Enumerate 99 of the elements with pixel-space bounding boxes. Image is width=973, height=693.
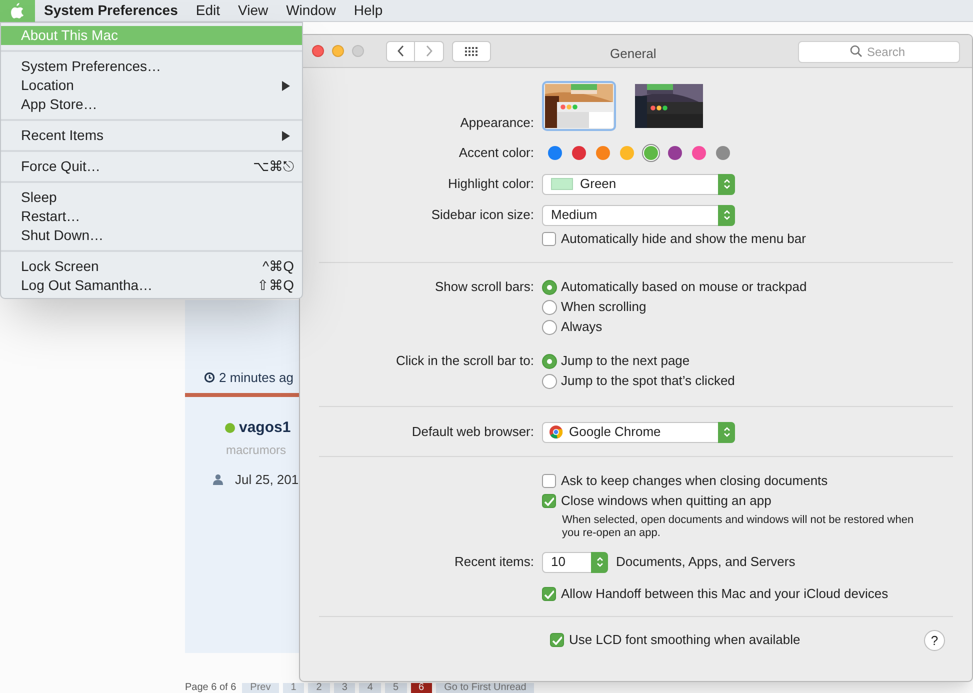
setting-label: Highlight color: xyxy=(448,175,534,194)
accent-color-swatch[interactable] xyxy=(644,146,658,160)
dark-theme-thumbnail xyxy=(635,84,703,128)
radio-label: Jump to the spot that’s clicked xyxy=(561,372,735,390)
menu-title[interactable]: Window xyxy=(277,0,345,21)
help-button[interactable]: ? xyxy=(924,630,945,651)
search-field[interactable]: Search xyxy=(798,41,960,63)
checkbox-label: Allow Handoff between this Mac and your iCloud devices xyxy=(561,585,888,604)
setting-label: Show scroll bars: xyxy=(435,278,534,296)
minimize-button[interactable] xyxy=(332,45,344,57)
back-icon xyxy=(396,45,404,57)
grid-icon xyxy=(465,46,478,56)
menu-item[interactable]: Sleep xyxy=(1,188,302,207)
username[interactable]: vagos1 xyxy=(239,417,291,440)
check-icon xyxy=(544,590,554,598)
checkbox[interactable] xyxy=(542,587,556,601)
page-link[interactable]: Prev xyxy=(242,683,279,693)
setting-label: Recent items: xyxy=(454,553,534,572)
radio-label: Always xyxy=(561,318,602,336)
menu-item[interactable]: Shut Down… xyxy=(1,226,302,245)
menu-title[interactable]: View xyxy=(229,0,278,21)
checkbox[interactable] xyxy=(550,633,564,647)
radio-button[interactable] xyxy=(542,354,557,368)
accent-color-swatch[interactable] xyxy=(668,146,682,160)
page-link[interactable]: 6 xyxy=(410,683,432,693)
setting-label: Accent color: xyxy=(458,144,534,162)
appearance-option[interactable] xyxy=(542,81,616,131)
menu-item[interactable]: Lock Screen ^⌘Q xyxy=(1,257,302,276)
keyboard-shortcut: ⇧⌘Q xyxy=(257,276,294,295)
recent-items-popup[interactable]: 10 xyxy=(542,552,608,572)
accent-color-swatch[interactable] xyxy=(716,146,730,160)
checkbox-label: Close windows when quitting an app xyxy=(561,492,772,510)
radio-button[interactable] xyxy=(542,280,557,294)
menu-item[interactable]: Force Quit… ⌥⌘⎋ xyxy=(1,157,302,176)
checkbox-label: Use LCD font smoothing when available xyxy=(569,631,800,650)
keyboard-shortcut: ⌥⌘⎋ xyxy=(253,157,294,176)
chevrons-icon xyxy=(722,178,730,190)
highlight-color-popup[interactable]: Green xyxy=(542,174,735,194)
chevrons-icon xyxy=(596,556,604,568)
accent-color-swatch[interactable] xyxy=(692,146,706,160)
check-icon xyxy=(552,636,562,644)
apple-menu-button[interactable] xyxy=(0,0,35,22)
radio-label: When scrolling xyxy=(561,298,646,316)
light-theme-thumbnail xyxy=(545,84,613,128)
accent-color-swatch[interactable] xyxy=(620,146,634,160)
chevrons-icon xyxy=(722,426,730,438)
radio-button[interactable] xyxy=(542,320,557,334)
sidebar-size-popup[interactable]: Medium xyxy=(542,204,735,226)
radio-label: Automatically based on mouse or trackpad xyxy=(561,278,807,296)
menu-title[interactable]: System Preferences xyxy=(35,0,187,21)
radio-button[interactable] xyxy=(542,300,557,314)
menu-title[interactable]: Edit xyxy=(186,0,229,21)
setting-label: Default web browser: xyxy=(412,423,534,442)
search-icon xyxy=(850,45,862,57)
setting-label: Click in the scroll bar to: xyxy=(396,352,534,370)
accent-color-swatch[interactable] xyxy=(548,146,562,160)
menu-item[interactable]: Recent Items xyxy=(1,126,302,145)
stepper-arrows[interactable] xyxy=(718,422,735,442)
accent-color-swatch[interactable] xyxy=(572,146,586,160)
menu-item[interactable]: Log Out Samantha… ⇧⌘Q xyxy=(1,276,302,295)
chevrons-icon xyxy=(722,209,730,221)
show-all-button[interactable] xyxy=(452,40,491,62)
forward-icon xyxy=(425,45,433,57)
menu-item[interactable]: System Preferences… xyxy=(1,57,302,76)
apple-logo-icon[interactable] xyxy=(11,2,24,18)
checkbox[interactable] xyxy=(542,232,556,246)
setting-label: Appearance: xyxy=(460,114,534,132)
stepper-arrows[interactable] xyxy=(591,552,608,572)
radio-label: Jump to the next page xyxy=(561,352,690,370)
check-icon xyxy=(544,496,554,506)
browser-popup[interactable]: Google Chrome xyxy=(542,422,735,442)
appearance-option[interactable] xyxy=(632,81,706,131)
close-button[interactable] xyxy=(312,45,324,57)
accent-color-swatch[interactable] xyxy=(596,146,610,160)
checkbox-label: Automatically hide and show the menu bar xyxy=(561,230,806,248)
menu-item[interactable]: Restart… xyxy=(1,207,302,226)
window-title: General xyxy=(610,45,656,63)
setting-suffix: Documents, Apps, and Servers xyxy=(616,553,796,572)
page-count: Page 6 of 6 xyxy=(185,683,236,693)
keyboard-shortcut: ^⌘Q xyxy=(262,257,294,276)
setting-label: Sidebar icon size: xyxy=(431,206,534,224)
setting-description: When selected, open documents and windows will not be restored when you re-open an app. xyxy=(562,514,915,540)
back-button[interactable] xyxy=(386,40,415,62)
menu-item[interactable]: Location xyxy=(1,76,302,95)
menu-item[interactable]: App Store… xyxy=(1,95,302,114)
join-date: Jul 25, 201 xyxy=(235,471,299,489)
checkbox-label: Ask to keep changes when closing documents xyxy=(561,472,828,490)
person-icon xyxy=(213,474,223,486)
checkbox[interactable] xyxy=(542,494,556,508)
user-title: macrumors xyxy=(226,442,286,459)
zoom-button[interactable] xyxy=(352,45,364,57)
radio-button[interactable] xyxy=(542,374,557,388)
stepper-arrows[interactable] xyxy=(718,174,735,194)
checkbox[interactable] xyxy=(542,474,556,488)
menu-title[interactable]: Help xyxy=(344,0,392,21)
stepper-arrows[interactable] xyxy=(718,204,735,226)
clock-icon xyxy=(204,372,215,384)
post-time: 2 minutes ag xyxy=(219,369,294,387)
browser-icon xyxy=(549,425,563,439)
